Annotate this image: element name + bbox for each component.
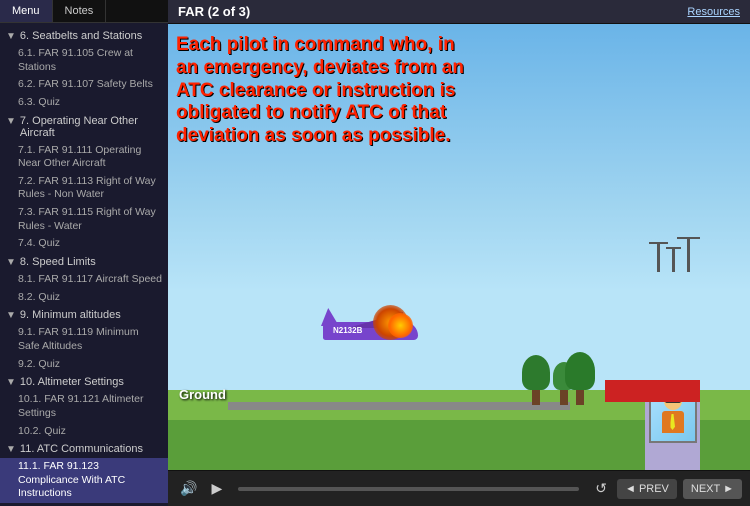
section-6-header[interactable]: ▼ 6. Seatbelts and Stations — [0, 27, 168, 45]
arrow-icon: ▼ — [6, 116, 16, 127]
content-header: FAR (2 of 3) Resources — [168, 0, 750, 24]
sidebar-tabs: Menu Notes — [0, 0, 168, 23]
item-10-2[interactable]: 10.2. Quiz — [0, 423, 168, 441]
main-scene-text: Each pilot in command who, in an emergen… — [176, 34, 466, 148]
arrow-icon: ▼ — [6, 310, 16, 321]
controls-bar: 🔊 ▶ ↺ ◄ PREV NEXT ► — [168, 470, 750, 506]
item-11-1[interactable]: 11.1. FAR 91.123 Complicance With ATC In… — [0, 458, 168, 503]
item-8-2[interactable]: 8.2. Quiz — [0, 289, 168, 307]
item-6-2[interactable]: 6.2. FAR 91.107 Safety Belts — [0, 76, 168, 94]
section-10-header[interactable]: ▼ 10. Altimeter Settings — [0, 373, 168, 391]
section-11-header[interactable]: ▼ 11. ATC Communications — [0, 440, 168, 458]
airplane: N2132B — [318, 300, 448, 360]
ground-label: Ground — [179, 387, 226, 402]
section-7-header[interactable]: ▼ 7. Operating Near Other Aircraft — [0, 112, 168, 142]
item-7-1[interactable]: 7.1. FAR 91.111 Operating Near Other Air… — [0, 142, 168, 173]
item-7-3[interactable]: 7.3. FAR 91.115 Right of Way Rules - Wat… — [0, 204, 168, 235]
main-content: FAR (2 of 3) Resources Ground — [168, 0, 750, 506]
sidebar: Menu Notes ▼ 6. Seatbelts and Stations 6… — [0, 0, 168, 506]
runway — [228, 402, 570, 410]
antenna-3 — [687, 237, 690, 272]
next-button[interactable]: NEXT ► — [683, 479, 742, 499]
scene-area: Ground — [168, 24, 750, 470]
atc-tower — [625, 380, 720, 402]
section-9-header[interactable]: ▼ 9. Minimum altitudes — [0, 306, 168, 324]
refresh-button[interactable]: ↺ — [591, 478, 611, 499]
arrow-icon: ▼ — [6, 31, 16, 42]
item-6-1[interactable]: 6.1. FAR 91.105 Crew at Stations — [0, 45, 168, 76]
arrow-icon: ▼ — [6, 257, 16, 268]
tree-1 — [522, 355, 550, 405]
progress-bar-container[interactable] — [238, 487, 579, 491]
antenna-1 — [657, 242, 660, 272]
play-button[interactable]: ▶ — [207, 478, 226, 499]
item-10-1[interactable]: 10.1. FAR 91.121 Altimeter Settings — [0, 391, 168, 422]
plane-id: N2132B — [333, 326, 362, 335]
antenna-2 — [672, 247, 675, 272]
item-8-1[interactable]: 8.1. FAR 91.117 Aircraft Speed — [0, 271, 168, 289]
arrow-icon: ▼ — [6, 444, 16, 455]
sidebar-content: ▼ 6. Seatbelts and Stations 6.1. FAR 91.… — [0, 23, 168, 506]
tab-notes[interactable]: Notes — [53, 0, 107, 22]
item-7-2[interactable]: 7.2. FAR 91.113 Right of Way Rules - Non… — [0, 173, 168, 204]
slide-title: FAR (2 of 3) — [178, 4, 250, 19]
arrow-icon: ▼ — [6, 377, 16, 388]
tree-3 — [565, 352, 595, 405]
prev-button[interactable]: ◄ PREV — [617, 479, 677, 499]
item-9-1[interactable]: 9.1. FAR 91.119 Minimum Safe Altitudes — [0, 324, 168, 355]
item-6-3[interactable]: 6.3. Quiz — [0, 94, 168, 112]
resources-button[interactable]: Resources — [687, 6, 740, 18]
item-7-4[interactable]: 7.4. Quiz — [0, 235, 168, 253]
volume-button[interactable]: 🔊 — [176, 478, 201, 499]
tab-menu[interactable]: Menu — [0, 0, 53, 22]
section-8-header[interactable]: ▼ 8. Speed Limits — [0, 253, 168, 271]
item-9-2[interactable]: 9.2. Quiz — [0, 356, 168, 374]
